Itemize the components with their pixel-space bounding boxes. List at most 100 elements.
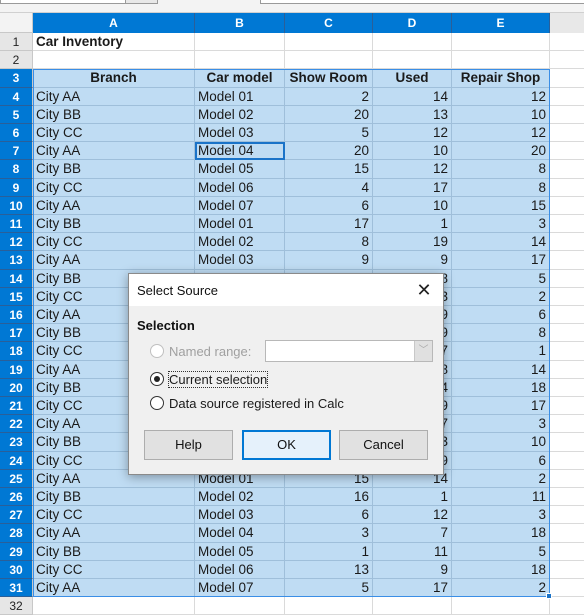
cell-B28[interactable]: Model 04	[195, 524, 285, 543]
cell-C31[interactable]: 5	[285, 579, 373, 598]
cell-A27[interactable]: City CC	[33, 506, 195, 525]
cell-B9[interactable]: Model 06	[195, 178, 285, 197]
cell-C5[interactable]: 20	[285, 105, 373, 124]
cell-C27[interactable]: 6	[285, 506, 373, 525]
formula-input[interactable]	[260, 0, 584, 4]
cell-E24[interactable]: 6	[452, 451, 550, 470]
row-header-17[interactable]: 17	[0, 324, 33, 343]
cell-D11[interactable]: 1	[373, 215, 452, 234]
cell-D26[interactable]: 1	[373, 488, 452, 507]
row-header-22[interactable]: 22	[0, 415, 33, 434]
named-range-radio[interactable]	[150, 344, 164, 358]
row-header-10[interactable]: 10	[0, 196, 33, 215]
cell-A12[interactable]: City CC	[33, 233, 195, 252]
cell-A29[interactable]: City BB	[33, 542, 195, 561]
row-header-19[interactable]: 19	[0, 360, 33, 379]
cell-F2[interactable]	[550, 51, 584, 70]
cell-B30[interactable]: Model 06	[195, 560, 285, 579]
cell-A31[interactable]: City AA	[33, 579, 195, 598]
cell-E29[interactable]: 5	[452, 542, 550, 561]
cell-F29[interactable]	[550, 543, 584, 561]
cell-C2[interactable]	[285, 51, 373, 70]
cell-E12[interactable]: 14	[452, 233, 550, 252]
row-header-23[interactable]: 23	[0, 433, 33, 452]
cell-C10[interactable]: 6	[285, 196, 373, 215]
cell-A28[interactable]: City AA	[33, 524, 195, 543]
cell-E22[interactable]: 3	[452, 415, 550, 434]
data-source-option[interactable]: Data source registered in Calc	[150, 394, 344, 412]
cell-C7[interactable]: 20	[285, 142, 373, 161]
cell-E18[interactable]: 1	[452, 342, 550, 361]
row-header-8[interactable]: 8	[0, 160, 33, 179]
cell-F14[interactable]	[550, 270, 584, 288]
cell-C4[interactable]: 2	[285, 87, 373, 106]
cell-A32[interactable]	[33, 597, 195, 615]
cell-F15[interactable]	[550, 288, 584, 306]
cell-E15[interactable]: 2	[452, 287, 550, 306]
row-header-29[interactable]: 29	[0, 542, 33, 561]
cell-B32[interactable]	[195, 597, 285, 615]
cell-E28[interactable]: 18	[452, 524, 550, 543]
cell-D9[interactable]: 17	[373, 178, 452, 197]
named-range-combo[interactable]: ﹀	[265, 340, 433, 362]
cell-F23[interactable]	[550, 433, 584, 452]
cell-D7[interactable]: 10	[373, 142, 452, 161]
cell-E17[interactable]: 8	[452, 324, 550, 343]
row-header-32[interactable]: 32	[0, 597, 33, 615]
name-box-dropdown[interactable]	[125, 0, 158, 4]
cell-E7[interactable]: 20	[452, 142, 550, 161]
cell-E25[interactable]: 2	[452, 469, 550, 488]
cell-B29[interactable]: Model 05	[195, 542, 285, 561]
cell-F5[interactable]	[550, 106, 584, 124]
column-header-d[interactable]: D	[373, 13, 452, 33]
row-header-18[interactable]: 18	[0, 342, 33, 361]
row-header-31[interactable]: 31	[0, 579, 33, 598]
cell-E14[interactable]: 5	[452, 269, 550, 288]
cell-A7[interactable]: City AA	[33, 142, 195, 161]
help-button[interactable]: Help	[144, 430, 233, 460]
cell-F30[interactable]	[550, 561, 584, 579]
row-header-26[interactable]: 26	[0, 488, 33, 507]
cell-F19[interactable]	[550, 361, 584, 379]
cell-E16[interactable]: 6	[452, 306, 550, 325]
column-header-a[interactable]: A	[33, 13, 195, 33]
cell-F6[interactable]	[550, 124, 584, 143]
cell-B10[interactable]: Model 07	[195, 196, 285, 215]
cell-C9[interactable]: 4	[285, 178, 373, 197]
fill-handle[interactable]	[546, 593, 552, 600]
cell-E5[interactable]: 10	[452, 105, 550, 124]
row-header-13[interactable]: 13	[0, 251, 33, 270]
cell-E9[interactable]: 8	[452, 178, 550, 197]
cell-D10[interactable]: 10	[373, 196, 452, 215]
cell-F10[interactable]	[550, 197, 584, 215]
cell-D31[interactable]: 17	[373, 579, 452, 598]
cell-C30[interactable]: 13	[285, 560, 373, 579]
row-header-15[interactable]: 15	[0, 287, 33, 306]
cell-E23[interactable]: 10	[452, 433, 550, 452]
cell-A5[interactable]: City BB	[33, 105, 195, 124]
cell-F25[interactable]	[550, 470, 584, 488]
cell-A26[interactable]: City BB	[33, 488, 195, 507]
cell-C28[interactable]: 3	[285, 524, 373, 543]
row-header-28[interactable]: 28	[0, 524, 33, 543]
cell-D5[interactable]: 13	[373, 105, 452, 124]
current-selection-radio[interactable]	[150, 372, 164, 386]
cell-F7[interactable]	[550, 142, 584, 161]
cell-B8[interactable]: Model 05	[195, 160, 285, 179]
row-header-20[interactable]: 20	[0, 378, 33, 397]
cell-E10[interactable]: 15	[452, 196, 550, 215]
row-header-16[interactable]: 16	[0, 306, 33, 325]
cell-B1[interactable]	[195, 33, 285, 52]
cell-D27[interactable]: 12	[373, 506, 452, 525]
cell-F3[interactable]	[550, 69, 584, 88]
cell-B26[interactable]: Model 02	[195, 488, 285, 507]
cell-A1[interactable]: Car Inventory	[33, 33, 195, 52]
cell-B5[interactable]: Model 02	[195, 105, 285, 124]
cell-F27[interactable]	[550, 506, 584, 525]
cell-B6[interactable]: Model 03	[195, 124, 285, 143]
row-header-9[interactable]: 9	[0, 178, 33, 197]
ok-button[interactable]: OK	[242, 430, 331, 460]
cell-C32[interactable]	[285, 597, 373, 615]
cell-E26[interactable]: 11	[452, 488, 550, 507]
cell-F24[interactable]	[550, 452, 584, 470]
